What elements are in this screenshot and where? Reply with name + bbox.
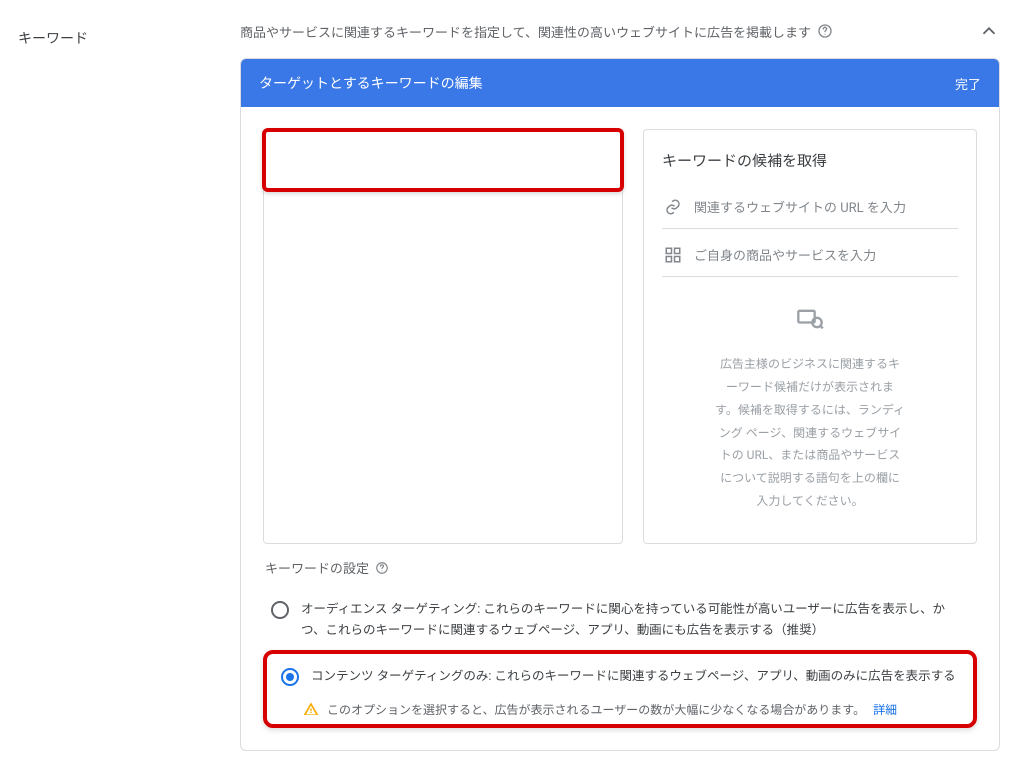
help-icon[interactable] — [817, 23, 833, 39]
radio-content-label: コンテンツ ターゲティングのみ: これらのキーワードに関連するウェブページ、アプ… — [311, 666, 959, 687]
radio-audience-targeting[interactable]: オーディエンス ターゲティング: これらのキーワードに関心を持っている可能性が高… — [263, 591, 977, 650]
suggestions-title: キーワードの候補を取得 — [662, 150, 958, 171]
warning-icon — [303, 701, 319, 717]
highlight-content-targeting: コンテンツ ターゲティングのみ: これらのキーワードに関連するウェブページ、アプ… — [263, 650, 977, 728]
section-label: キーワード — [0, 20, 240, 751]
card-title: ターゲットとするキーワードの編集 — [259, 73, 955, 93]
keyword-textarea[interactable] — [263, 129, 623, 544]
warning-text: このオプションを選択すると、広告が表示されるユーザーの数が大幅に少なくなる場合が… — [327, 701, 865, 718]
section-description: 商品やサービスに関連するキーワードを指定して、関連性の高いウェブサイトに広告を掲… — [240, 22, 811, 41]
suggestion-product-placeholder: ご自身の商品やサービスを入力 — [694, 245, 876, 264]
suggestion-product-input[interactable]: ご自身の商品やサービスを入力 — [662, 237, 958, 277]
section-header[interactable]: 商品やサービスに関連するキーワードを指定して、関連性の高いウェブサイトに広告を掲… — [240, 20, 1000, 42]
learn-more-link[interactable]: 詳細 — [873, 701, 897, 718]
help-icon[interactable] — [375, 561, 389, 575]
keyword-editor-card: ターゲットとするキーワードの編集 完了 キーワードの候補を取得 関連するウ — [240, 58, 1000, 751]
suggestion-url-placeholder: 関連するウェブサイトの URL を入力 — [694, 197, 906, 216]
highlight-keyword-input — [262, 128, 624, 192]
radio-content-targeting[interactable]: コンテンツ ターゲティングのみ: これらのキーワードに関連するウェブページ、アプ… — [273, 658, 967, 695]
keyword-settings-label: キーワードの設定 — [265, 558, 369, 577]
content-targeting-warning: このオプションを選択すると、広告が表示されるユーザーの数が大幅に少なくなる場合が… — [273, 695, 967, 718]
grid-icon — [664, 246, 682, 264]
suggestions-empty-message: 広告主様のビジネスに関連するキーワード候補だけが表示されます。候補を取得するには… — [715, 353, 905, 513]
keyword-suggestions-panel: キーワードの候補を取得 関連するウェブサイトの URL を入力 ご自身の商品や — [643, 129, 977, 544]
card-header: ターゲットとするキーワードの編集 完了 — [241, 59, 999, 107]
radio-audience-label: オーディエンス ターゲティング: これらのキーワードに関心を持っている可能性が高… — [301, 599, 969, 642]
chevron-up-icon[interactable] — [978, 20, 1000, 42]
radio-icon — [271, 601, 289, 619]
suggestion-url-input[interactable]: 関連するウェブサイトの URL を入力 — [662, 189, 958, 229]
link-icon — [664, 198, 682, 216]
suggestions-empty-state: 広告主様のビジネスに関連するキーワード候補だけが表示されます。候補を取得するには… — [662, 285, 958, 533]
keyword-settings-label-row: キーワードの設定 — [263, 544, 977, 585]
done-button[interactable]: 完了 — [955, 74, 981, 93]
radio-icon-selected — [281, 668, 299, 686]
search-suggestions-icon — [796, 305, 824, 337]
